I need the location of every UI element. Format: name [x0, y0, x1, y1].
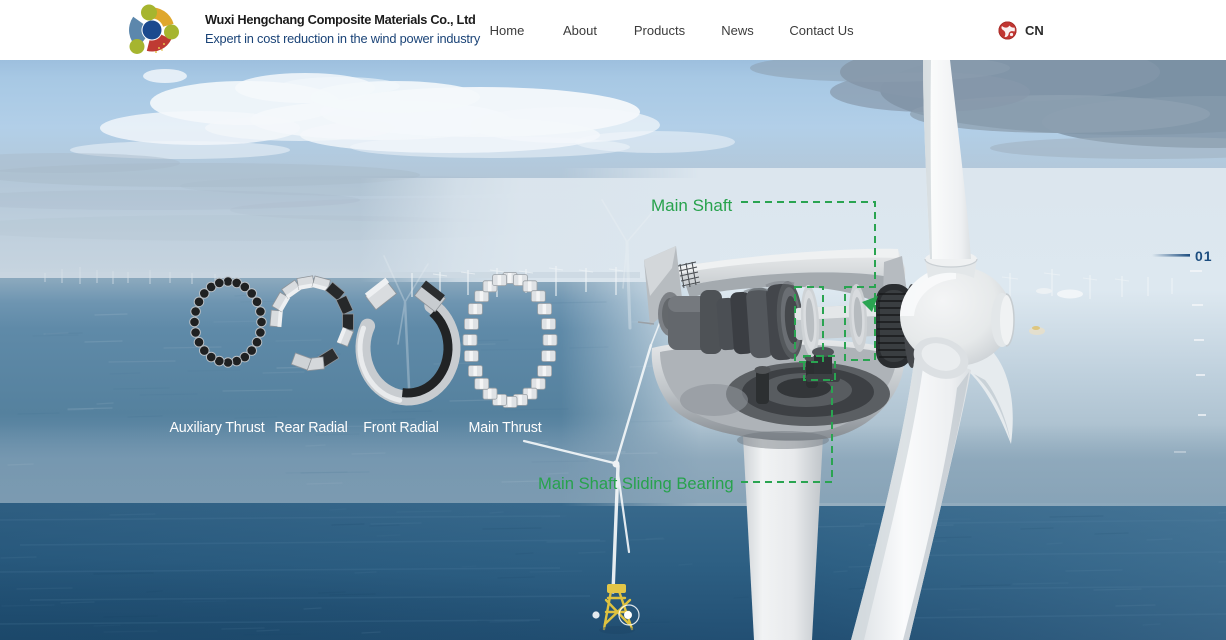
svg-text:Auxiliary Thrust: Auxiliary Thrust	[169, 420, 264, 436]
svg-text:Rear Radial: Rear Radial	[274, 420, 347, 436]
svg-text:Front Radial: Front Radial	[363, 420, 438, 436]
svg-text:Main Shaft Sliding Bearing: Main Shaft Sliding Bearing	[538, 474, 734, 493]
svg-text:01: 01	[1195, 248, 1213, 264]
svg-text:Main Shaft: Main Shaft	[651, 196, 733, 215]
svg-text:Main Thrust: Main Thrust	[468, 420, 541, 436]
